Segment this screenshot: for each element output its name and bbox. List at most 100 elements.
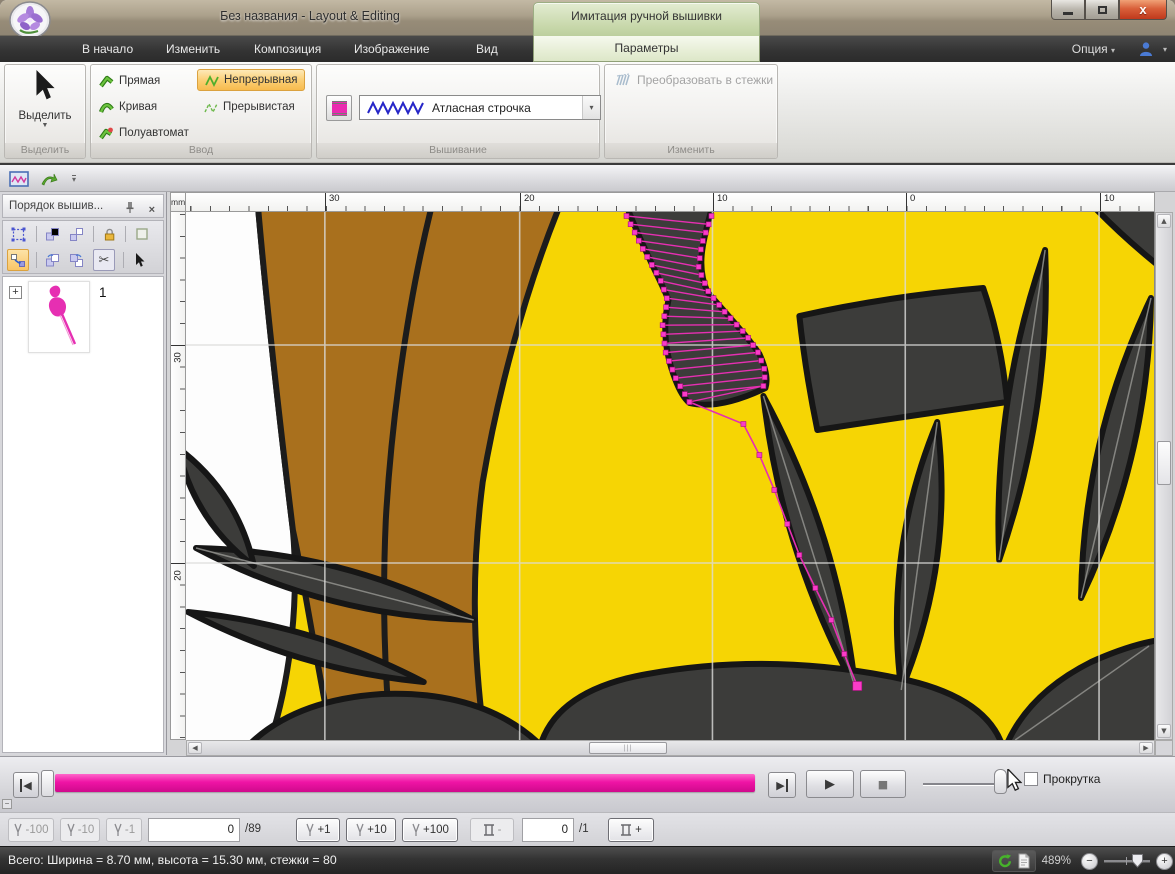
stop-button[interactable]: ■: [860, 770, 906, 798]
vertical-scroll-thumb[interactable]: [1157, 441, 1171, 485]
forward-10-button[interactable]: +10: [346, 818, 396, 842]
select-tool-button[interactable]: Выделить ▼: [8, 68, 82, 142]
next-color-button[interactable]: +: [608, 818, 654, 842]
tab-parameters-active[interactable]: Параметры: [533, 36, 760, 62]
semi-auto-button[interactable]: Полуавтомат: [99, 122, 189, 144]
app-logo-icon[interactable]: [8, 1, 52, 39]
fit-page-icon[interactable]: [1017, 853, 1031, 869]
collapse-bar-button[interactable]: −: [2, 799, 12, 809]
current-stitch-input[interactable]: [148, 818, 240, 842]
sewing-order-panel: Порядок вышив... ×: [0, 192, 167, 755]
refresh-icon[interactable]: [997, 853, 1013, 869]
tab-view[interactable]: Вид: [462, 36, 512, 62]
panel-title: Порядок вышив...: [9, 200, 103, 212]
toolbar-options-button[interactable]: ▾: [66, 169, 82, 189]
user-account-icon[interactable]: [1139, 41, 1153, 57]
frame-button[interactable]: [131, 223, 153, 245]
close-panel-icon[interactable]: ×: [149, 199, 155, 221]
skip-start-icon: ◀: [20, 779, 31, 792]
redo-button[interactable]: [38, 169, 60, 189]
zigzag-icon: [205, 74, 219, 87]
scroll-checkbox[interactable]: [1024, 772, 1038, 786]
zoom-slider-track[interactable]: [1104, 860, 1150, 862]
option-menu[interactable]: Опция ▾: [1072, 36, 1115, 62]
bring-forward-icon: [45, 253, 60, 268]
pointer-button[interactable]: [129, 249, 151, 271]
scroll-right-icon[interactable]: ▶: [1139, 742, 1153, 754]
close-button[interactable]: x: [1119, 0, 1167, 20]
tab-composition[interactable]: Композиция: [240, 36, 335, 62]
needle-icon: [411, 823, 421, 837]
ruler-label: 0: [906, 193, 915, 211]
forward-1-button[interactable]: +1: [296, 818, 340, 842]
progress-slider-handle[interactable]: [41, 770, 54, 797]
ungroup-button[interactable]: [65, 223, 87, 245]
continuous-button-selected[interactable]: Непрерывная: [197, 69, 305, 91]
tab-home[interactable]: В начало: [68, 36, 147, 62]
scroll-left-icon[interactable]: ◀: [188, 742, 202, 754]
panel-header: Порядок вышив... ×: [2, 194, 164, 218]
zoom-in-button[interactable]: +: [1156, 853, 1173, 870]
vertical-scrollbar[interactable]: ▲ ▼: [1155, 212, 1173, 740]
order-item-thumbnail[interactable]: [28, 281, 90, 353]
contextual-tab-group: Имитация ручной вышивки: [533, 2, 760, 36]
maximize-icon: [1098, 6, 1107, 14]
semi-auto-icon: [99, 126, 114, 141]
design-canvas[interactable]: [186, 212, 1155, 740]
current-color-input[interactable]: [522, 818, 574, 842]
ruler-label: 30: [171, 345, 186, 369]
select-tool-label: Выделить: [8, 110, 82, 122]
continuous-label: Непрерывная: [224, 74, 297, 86]
ribbon: Выделить ▼ Выделить Прямая Кривая: [0, 62, 1175, 163]
cursor-arrow-icon: [134, 253, 146, 268]
straight-line-button[interactable]: Прямая: [99, 70, 160, 92]
intermittent-button[interactable]: Прерывистая: [197, 96, 302, 118]
forward-100-button[interactable]: +100: [402, 818, 458, 842]
stitch-progress-bar[interactable]: [55, 774, 755, 792]
zoom-out-button[interactable]: −: [1081, 853, 1098, 870]
sewing-order-list: + 1: [2, 276, 164, 753]
group-label-input: Ввод: [91, 143, 311, 158]
thread-color-swatch: [332, 101, 347, 116]
status-bar: Всего: Ширина = 8.70 мм, высота = 15.30 …: [0, 846, 1175, 874]
maximize-button[interactable]: [1085, 0, 1119, 20]
cut-button-pressed[interactable]: ✂: [93, 249, 115, 271]
thread-color-button[interactable]: [326, 95, 352, 121]
square-icon: [135, 227, 149, 241]
chevron-down-icon[interactable]: ▾: [1163, 45, 1167, 54]
horizontal-scrollbar[interactable]: ◀ ||| ▶: [186, 740, 1155, 756]
minimize-button[interactable]: [1051, 0, 1085, 20]
tab-edit[interactable]: Изменить: [152, 36, 234, 62]
stitch-type-combobox[interactable]: Атласная строчка ▾: [359, 95, 601, 120]
move-backward-button[interactable]: [65, 249, 87, 271]
tab-image[interactable]: Изображение: [340, 36, 444, 62]
move-forward-button[interactable]: [41, 249, 63, 271]
scroll-down-icon[interactable]: ▼: [1157, 724, 1171, 738]
curve-line-button[interactable]: Кривая: [99, 96, 157, 118]
ruler-unit-box: mm: [170, 192, 186, 212]
select-all-button[interactable]: [7, 223, 29, 245]
pin-icon[interactable]: [125, 201, 135, 213]
group-button[interactable]: [41, 223, 63, 245]
back-100-button[interactable]: -100: [8, 818, 54, 842]
back-1-button[interactable]: -1: [106, 818, 142, 842]
speed-slider-track[interactable]: [923, 783, 1003, 785]
curve-icon: [99, 100, 114, 115]
design-page-button[interactable]: [8, 169, 30, 189]
lock-button[interactable]: [98, 223, 120, 245]
reorder-button-active[interactable]: [7, 249, 29, 271]
scroll-up-icon[interactable]: ▲: [1157, 214, 1171, 228]
back-10-button[interactable]: -10: [60, 818, 100, 842]
play-button[interactable]: ▶: [806, 770, 854, 798]
expand-item-button[interactable]: +: [9, 286, 22, 299]
order-item-number: 1: [99, 285, 107, 300]
curve-label: Кривая: [119, 101, 157, 113]
go-to-end-button[interactable]: ▶: [768, 772, 796, 798]
convert-to-stitches-button-disabled[interactable]: Преобразовать в стежки: [615, 73, 773, 87]
zoom-slider-thumb[interactable]: [1132, 854, 1143, 868]
horizontal-scroll-thumb[interactable]: |||: [589, 742, 667, 754]
ruler-label: 20: [520, 193, 535, 211]
combobox-dropdown-arrow[interactable]: ▾: [582, 96, 600, 119]
go-to-start-button[interactable]: ◀: [13, 772, 39, 798]
previous-color-button[interactable]: -: [470, 818, 514, 842]
